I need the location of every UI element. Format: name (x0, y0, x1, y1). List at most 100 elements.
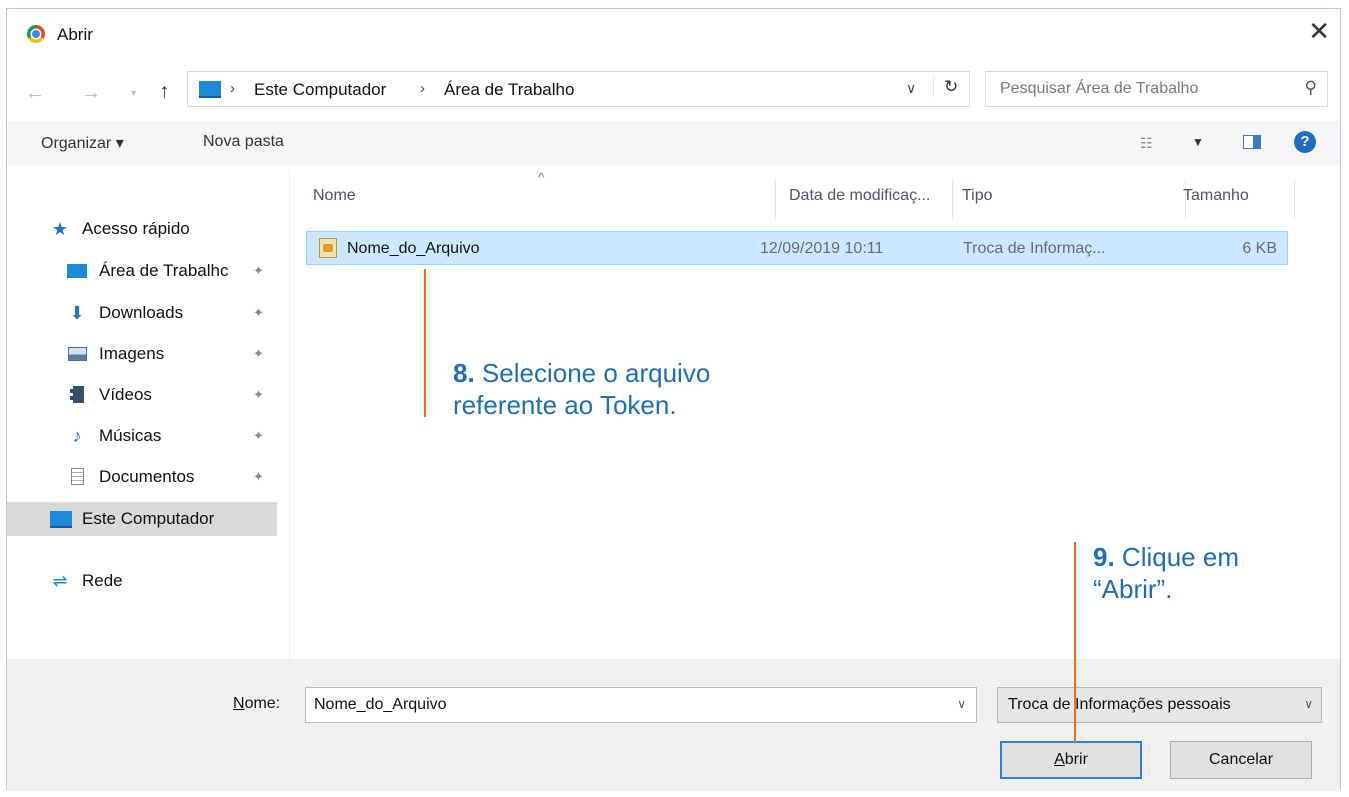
computer-icon (50, 510, 72, 528)
nav-item-acesso-rapido[interactable]: ★ Acesso rápido (7, 212, 277, 246)
forward-arrow-icon[interactable]: → (81, 83, 101, 103)
nav-item-rede[interactable]: ⇌ Rede (7, 564, 277, 598)
nav-item-label: Área de Trabalhc (99, 261, 229, 280)
view-dropdown-icon[interactable]: ▼ (1192, 135, 1204, 149)
pin-icon[interactable]: ✦ (253, 346, 264, 362)
nav-item-label: Imagens (99, 344, 165, 363)
annotation-step-8: 8. Selecione o arquivo referente ao Toke… (453, 357, 710, 421)
open-button[interactable]: Abrir (1000, 741, 1142, 779)
preview-pane-icon[interactable] (1243, 135, 1261, 149)
filename-label-text: ome: (244, 695, 281, 712)
step-8-line-2: referente ao Token. (453, 390, 677, 420)
column-header-date[interactable]: Data de modificaç... (789, 187, 930, 205)
breadcrumb-este-computador[interactable]: Este Computador (254, 80, 386, 100)
nav-item-imagens[interactable]: Imagens ✦ (7, 337, 277, 371)
nav-item-label: Este Computador (82, 509, 215, 528)
filename-value: Nome_do_Arquivo (314, 696, 447, 713)
sort-ascending-icon: ^ (538, 169, 545, 185)
file-size: 6 KB (1242, 240, 1277, 257)
nav-item-videos[interactable]: Vídeos ✦ (7, 378, 277, 412)
step-9-number: 9. (1093, 542, 1115, 572)
nav-item-label: Rede (82, 571, 123, 590)
file-date: 12/09/2019 10:11 (760, 240, 884, 257)
column-header-name[interactable]: Nome (313, 187, 356, 205)
breadcrumb-area-de-trabalho[interactable]: Área de Trabalho (444, 80, 574, 100)
nav-item-este-computador[interactable]: Este Computador (7, 502, 277, 536)
nav-item-documentos[interactable]: Documentos ✦ (7, 460, 277, 494)
step-8-number: 8. (453, 358, 475, 388)
pin-icon[interactable]: ✦ (253, 387, 264, 403)
breadcrumb-chevron-icon[interactable]: › (420, 80, 425, 97)
command-bar: Organizar ▾ Nova pasta ☷ ▼ ? (7, 121, 1340, 165)
back-arrow-icon[interactable]: ← (25, 83, 45, 103)
close-icon[interactable]: ✕ (1308, 18, 1330, 44)
refresh-icon[interactable]: ↻ (933, 77, 958, 97)
search-icon[interactable]: ⚲ (1305, 78, 1317, 98)
nav-item-label: Documentos (99, 467, 195, 486)
view-options-icon[interactable]: ☷ (1140, 135, 1153, 152)
search-input[interactable]: Pesquisar Área de Trabalho ⚲ (985, 71, 1328, 107)
column-separator[interactable] (1294, 179, 1295, 219)
certificate-file-icon (319, 238, 337, 258)
desktop-icon (67, 262, 87, 280)
column-separator[interactable] (952, 179, 953, 219)
new-folder-button[interactable]: Nova pasta (203, 133, 284, 151)
open-file-dialog: Abrir ✕ ← → ▾ ↑ › Este Computador › Área… (6, 8, 1341, 791)
pin-icon[interactable]: ✦ (253, 428, 264, 444)
pictures-icon (67, 345, 87, 363)
nav-item-label: Downloads (99, 303, 184, 322)
search-placeholder: Pesquisar Área de Trabalho (1000, 80, 1199, 97)
file-type: Troca de Informaç... (963, 240, 1106, 257)
open-button-label: brir (1064, 751, 1088, 768)
help-icon[interactable]: ? (1294, 131, 1316, 153)
column-header-size[interactable]: Tamanho (1183, 187, 1249, 205)
file-type-value: Troca de Informações pessoais (1008, 696, 1231, 713)
chrome-icon (27, 25, 45, 43)
annotation-line-step-9 (1074, 542, 1076, 742)
breadcrumb-chevron-icon[interactable]: › (230, 80, 235, 97)
pin-icon[interactable]: ✦ (253, 469, 264, 485)
filename-label-accesskey: N (233, 695, 245, 712)
filename-label: Nome: (233, 695, 280, 713)
network-icon: ⇌ (52, 571, 68, 591)
cancel-button[interactable]: Cancelar (1170, 741, 1312, 779)
music-note-icon: ♪ (72, 426, 82, 446)
pane-divider[interactable] (289, 169, 290, 659)
window-title: Abrir (57, 25, 93, 44)
star-icon: ★ (51, 219, 69, 239)
up-arrow-icon[interactable]: ↑ (159, 81, 170, 102)
address-dropdown-icon[interactable]: ∨ (906, 80, 916, 97)
step-9-line-2: “Abrir”. (1093, 574, 1173, 604)
nav-item-label: Músicas (99, 426, 162, 445)
pin-icon[interactable]: ✦ (253, 305, 264, 321)
file-name: Nome_do_Arquivo (347, 240, 480, 257)
annotation-line-step-8 (424, 269, 426, 417)
recent-locations-chevron-icon[interactable]: ▾ (131, 88, 136, 99)
address-bar[interactable]: › Este Computador › Área de Trabalho ∨ ↻ (187, 71, 970, 107)
film-icon (67, 386, 87, 404)
filename-dropdown-icon[interactable]: ∨ (957, 697, 966, 711)
file-type-select[interactable]: Troca de Informações pessoais ∨ (997, 687, 1322, 723)
open-button-accesskey: A (1054, 751, 1065, 768)
nav-item-downloads[interactable]: ⬇ Downloads ✦ (7, 296, 277, 330)
step-9-line-1: Clique em (1121, 542, 1239, 572)
nav-item-musicas[interactable]: ♪ Músicas ✦ (7, 419, 277, 453)
computer-icon (199, 81, 221, 98)
title-bar: Abrir ✕ (7, 9, 1340, 57)
document-icon (67, 468, 87, 486)
column-header-type[interactable]: Tipo (962, 187, 993, 205)
step-8-line-1: Selecione o arquivo (481, 358, 711, 388)
nav-item-area-de-trabalho[interactable]: Área de Trabalhc ✦ (7, 254, 277, 288)
file-row[interactable]: Nome_do_Arquivo 12/09/2019 10:11 Troca d… (306, 231, 1288, 265)
bottom-panel: Nome: Nome_do_Arquivo ∨ Troca de Informa… (7, 659, 1340, 791)
annotation-step-9: 9. Clique em “Abrir”. (1093, 541, 1239, 605)
nav-item-label: Acesso rápido (82, 219, 190, 238)
download-arrow-icon: ⬇ (69, 303, 85, 323)
nav-item-label: Vídeos (99, 385, 152, 404)
column-separator[interactable] (775, 179, 776, 219)
pin-icon[interactable]: ✦ (253, 263, 264, 279)
file-type-dropdown-icon[interactable]: ∨ (1304, 697, 1313, 711)
navigation-pane: ★ Acesso rápido Área de Trabalhc ✦ ⬇ Dow… (7, 169, 288, 659)
filename-input[interactable]: Nome_do_Arquivo ∨ (305, 687, 977, 723)
organize-menu-button[interactable]: Organizar ▾ (41, 133, 124, 153)
